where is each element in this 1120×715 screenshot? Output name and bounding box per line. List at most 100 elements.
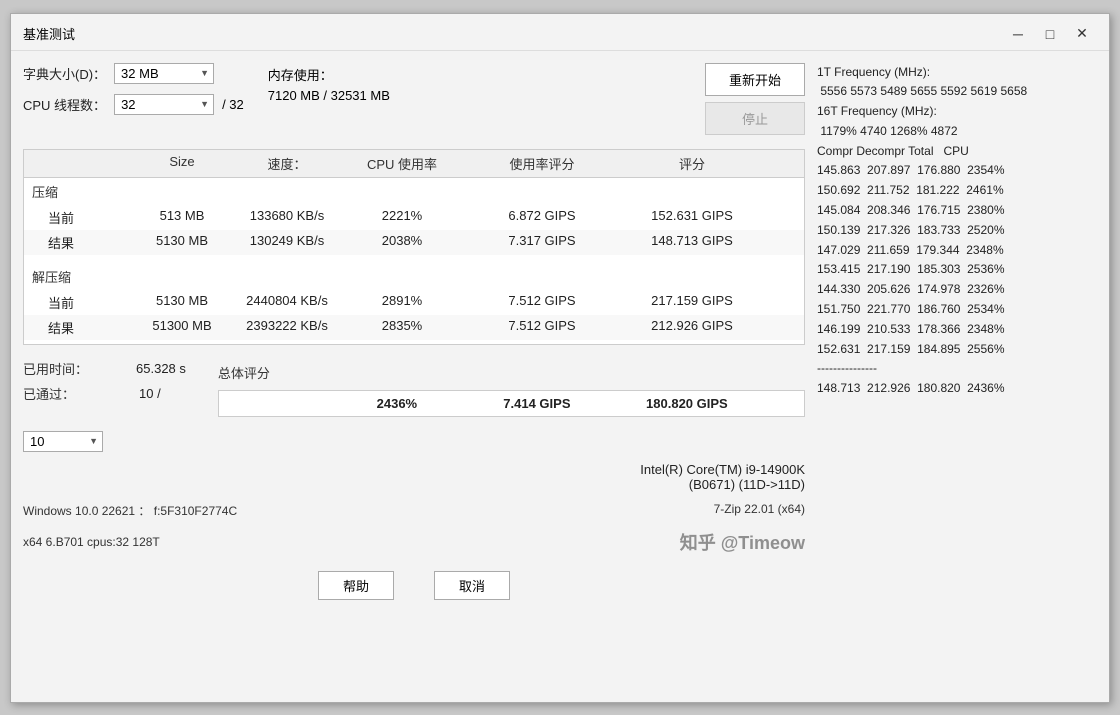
window-controls: ─ □ ✕ bbox=[1003, 22, 1097, 46]
decomp-result-usage-rating: 7.512 GIPS bbox=[462, 318, 622, 337]
close-button[interactable]: ✕ bbox=[1067, 22, 1097, 46]
cpu-threads-group: CPU 线程数： 32 16 8 / 32 bbox=[23, 94, 244, 115]
comp-result-usage-rating: 7.317 GIPS bbox=[462, 233, 622, 252]
start-button[interactable]: 重新开始 bbox=[705, 63, 805, 96]
decomp-current-speed: 2440804 KB/s bbox=[232, 293, 342, 312]
watermark: 知乎 @Timeow bbox=[680, 529, 805, 555]
passed-select-wrapper: 10 5 3 bbox=[23, 431, 103, 452]
benchmark-row: 147.029 211.659 179.344 2348% bbox=[817, 241, 1097, 261]
decomp-current-rating: 217.159 GIPS bbox=[622, 293, 762, 312]
maximize-button[interactable]: □ bbox=[1035, 22, 1065, 46]
table-row: 当前 513 MB 133680 KB/s 2221% 6.872 GIPS 1… bbox=[24, 205, 804, 230]
col-usage-rating: 使用率评分 bbox=[462, 154, 622, 173]
dict-label: 字典大小(D)： bbox=[23, 64, 106, 83]
total-cpu-usage: 2436% bbox=[337, 396, 457, 411]
help-button[interactable]: 帮助 bbox=[318, 571, 394, 600]
right-panel: 1T Frequency (MHz): 5556 5573 5489 5655 … bbox=[817, 63, 1097, 690]
dict-size-select[interactable]: 32 MB 64 MB 128 MB bbox=[114, 63, 214, 84]
decomp-result-speed: 2393222 KB/s bbox=[232, 318, 342, 337]
right-separator: --------------- bbox=[817, 359, 1097, 379]
freq-1t-label: 1T Frequency (MHz): bbox=[817, 63, 1097, 83]
comp-result-speed: 130249 KB/s bbox=[232, 233, 342, 252]
decomp-current-size: 5130 MB bbox=[132, 293, 232, 312]
cpu-threads-label: CPU 线程数： bbox=[23, 95, 106, 114]
col-size: Size bbox=[132, 154, 232, 173]
comp-current-usage-rating: 6.872 GIPS bbox=[462, 208, 622, 227]
freq-1t-values: 5556 5573 5489 5655 5592 5619 5658 bbox=[817, 82, 1097, 102]
titlebar: 基准测试 ─ □ ✕ bbox=[11, 14, 1109, 51]
comp-result-rating: 148.713 GIPS bbox=[622, 233, 762, 252]
benchmark-table: Size 速度： CPU 使用率 使用率评分 评分 压缩 当前 513 MB 1… bbox=[23, 149, 805, 345]
passed-label: 已通过： bbox=[23, 384, 75, 403]
os-info-row: Windows 10.0 22621 ： f:5F310F2774C 7-Zip… bbox=[23, 502, 805, 519]
table-row: 当前 5130 MB 2440804 KB/s 2891% 7.512 GIPS… bbox=[24, 290, 804, 315]
cpu-threads-select[interactable]: 32 16 8 bbox=[114, 94, 214, 115]
cpu-name: Intel(R) Core(TM) i9-14900K bbox=[23, 462, 805, 477]
app-version: 7-Zip 22.01 (x64) bbox=[714, 502, 805, 519]
stop-button: 停止 bbox=[705, 102, 805, 135]
passed-stat: 已通过： 10 / bbox=[23, 384, 186, 403]
comp-current-size: 513 MB bbox=[132, 208, 232, 227]
comp-current-cpu: 2221% bbox=[342, 208, 462, 227]
col-name bbox=[32, 154, 132, 173]
comp-result-cpu: 2038% bbox=[342, 233, 462, 252]
arch-info: x64 6.B701 cpus:32 128T bbox=[23, 535, 160, 549]
benchmark-row: 146.199 210.533 178.366 2348% bbox=[817, 320, 1097, 340]
total-usage-rating: 7.414 GIPS bbox=[457, 396, 617, 411]
decomp-result-rating: 212.926 GIPS bbox=[622, 318, 762, 337]
cpu-threads-select-wrapper: 32 16 8 bbox=[114, 94, 214, 115]
compression-header: 压缩 bbox=[24, 178, 804, 205]
cancel-button[interactable]: 取消 bbox=[434, 571, 510, 600]
benchmark-row: 151.750 221.770 186.760 2534% bbox=[817, 300, 1097, 320]
decomp-current-usage-rating: 7.512 GIPS bbox=[462, 293, 622, 312]
decomp-current-cpu: 2891% bbox=[342, 293, 462, 312]
table-header-row: Size 速度： CPU 使用率 使用率评分 评分 bbox=[24, 150, 804, 178]
time-stat: 已用时间： 65.328 s bbox=[23, 359, 186, 378]
benchmark-row: 145.084 208.346 176.715 2380% bbox=[817, 201, 1097, 221]
time-label: 已用时间： bbox=[23, 359, 88, 378]
benchmark-row: 150.139 217.326 183.733 2520% bbox=[817, 221, 1097, 241]
benchmark-row: 144.330 205.626 174.978 2326% bbox=[817, 280, 1097, 300]
freq-16t-values: 1179% 4740 1268% 4872 bbox=[817, 122, 1097, 142]
cpu-name-area: Intel(R) Core(TM) i9-14900K (B0671) (11D… bbox=[23, 462, 805, 492]
time-value: 65.328 s bbox=[136, 361, 186, 376]
bottom-buttons: 帮助 取消 bbox=[23, 571, 805, 600]
os-info: Windows 10.0 22621 ： f:5F310F2774C bbox=[23, 502, 237, 519]
comp-current-label: 当前 bbox=[32, 208, 132, 227]
passed-select[interactable]: 10 5 3 bbox=[23, 431, 103, 452]
col-headers: Compr Decompr Total CPU bbox=[817, 142, 1097, 162]
decomp-result-label: 结果 bbox=[32, 318, 132, 337]
benchmark-row: 145.863 207.897 176.880 2354% bbox=[817, 161, 1097, 181]
benchmark-row: 153.415 217.190 185.303 2536% bbox=[817, 260, 1097, 280]
cpu-threads-max: / 32 bbox=[222, 97, 244, 112]
comp-result-size: 5130 MB bbox=[132, 233, 232, 252]
decomp-current-label: 当前 bbox=[32, 293, 132, 312]
dict-size-group: 字典大小(D)： 32 MB 64 MB 128 MB bbox=[23, 63, 244, 84]
col-cpu-usage: CPU 使用率 bbox=[342, 154, 462, 173]
minimize-button[interactable]: ─ bbox=[1003, 22, 1033, 46]
table-row: 结果 5130 MB 130249 KB/s 2038% 7.317 GIPS … bbox=[24, 230, 804, 255]
memory-label: 内存使用： bbox=[268, 65, 333, 84]
memory-value: 7120 MB / 32531 MB bbox=[268, 88, 390, 103]
total-score-row: 2436% 7.414 GIPS 180.820 GIPS bbox=[219, 391, 804, 416]
decompression-header: 解压缩 bbox=[24, 263, 804, 290]
arch-row: x64 6.B701 cpus:32 128T 知乎 @Timeow bbox=[23, 529, 805, 555]
total-label: 总体评分 bbox=[218, 359, 805, 386]
col-speed: 速度： bbox=[232, 154, 342, 173]
benchmark-rows: 145.863 207.897 176.880 2354%150.692 211… bbox=[817, 161, 1097, 359]
freq-16t-label: 16T Frequency (MHz): bbox=[817, 102, 1097, 122]
right-data: 1T Frequency (MHz): 5556 5573 5489 5655 … bbox=[817, 63, 1097, 400]
comp-current-rating: 152.631 GIPS bbox=[622, 208, 762, 227]
right-total: 148.713 212.926 180.820 2436% bbox=[817, 379, 1097, 399]
window-title: 基准测试 bbox=[23, 24, 1003, 43]
decomp-result-size: 51300 MB bbox=[132, 318, 232, 337]
benchmark-row: 150.692 211.752 181.222 2461% bbox=[817, 181, 1097, 201]
decomp-result-cpu: 2835% bbox=[342, 318, 462, 337]
comp-result-label: 结果 bbox=[32, 233, 132, 252]
left-panel: 字典大小(D)： 32 MB 64 MB 128 MB CPU 线程数： bbox=[23, 63, 805, 690]
main-window: 基准测试 ─ □ ✕ 字典大小(D)： 32 MB 64 MB bbox=[10, 13, 1110, 703]
table-row: 结果 51300 MB 2393222 KB/s 2835% 7.512 GIP… bbox=[24, 315, 804, 340]
content-area: 字典大小(D)： 32 MB 64 MB 128 MB CPU 线程数： bbox=[11, 51, 1109, 702]
total-rating: 180.820 GIPS bbox=[617, 396, 757, 411]
passed-value: 10 / bbox=[139, 386, 161, 401]
